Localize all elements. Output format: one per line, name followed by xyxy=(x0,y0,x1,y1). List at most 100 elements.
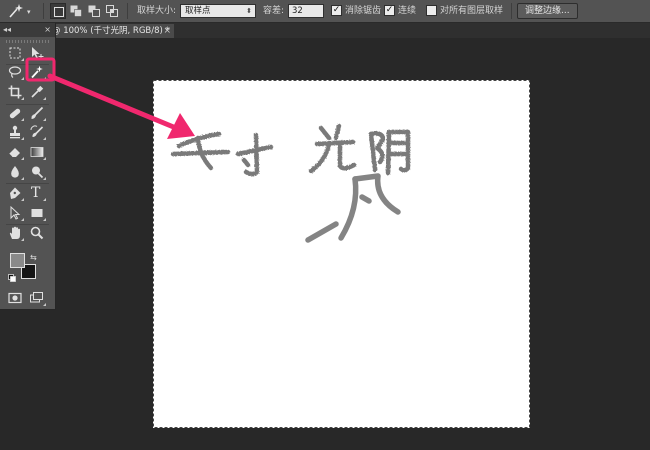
blur-tool[interactable] xyxy=(6,163,24,181)
submenu-indicator xyxy=(43,177,46,180)
screen-mode-icon xyxy=(30,292,43,303)
lasso-icon xyxy=(8,66,22,78)
rectangle-tool[interactable] xyxy=(28,204,46,222)
rectangle-shape-icon xyxy=(31,209,43,217)
contiguous-label: 连续 xyxy=(398,6,417,16)
submenu-indicator xyxy=(21,177,24,180)
path-selection-icon xyxy=(10,206,21,220)
subtract-from-selection-icon xyxy=(88,5,100,17)
screen-mode-button[interactable] xyxy=(28,289,46,307)
clone-stamp-tool[interactable] xyxy=(6,123,24,141)
document-tab[interactable]: @ 100% (千寸光阴, RGB/8) * × xyxy=(48,24,174,38)
hand-icon xyxy=(9,226,20,239)
collapse-panel-icon[interactable]: ◂◂ xyxy=(3,23,11,37)
tools-panel-header: ◂◂ × xyxy=(0,23,55,37)
quick-mask-button[interactable] xyxy=(6,289,24,307)
eraser-tool[interactable] xyxy=(6,143,24,161)
add-to-selection-button[interactable] xyxy=(68,3,84,19)
rectangular-marquee-tool[interactable] xyxy=(6,44,24,62)
submenu-indicator xyxy=(43,218,46,221)
divider xyxy=(511,3,512,19)
magic-wand-icon xyxy=(9,4,23,18)
spot-healing-brush-tool[interactable] xyxy=(6,104,24,122)
submenu-indicator xyxy=(43,97,46,100)
magic-wand-tool[interactable] xyxy=(28,63,46,81)
submenu-indicator xyxy=(21,77,24,80)
submenu-indicator xyxy=(43,157,46,160)
submenu-indicator xyxy=(43,77,46,80)
chevron-updown-icon: ⬍ xyxy=(246,7,252,15)
close-icon[interactable]: × xyxy=(163,24,171,38)
intersect-selection-icon xyxy=(106,5,118,17)
rectangular-marquee-icon xyxy=(9,47,21,59)
submenu-indicator xyxy=(21,218,24,221)
divider xyxy=(43,3,44,19)
new-selection-icon xyxy=(54,7,64,17)
tool-preset-picker[interactable]: ▾ xyxy=(4,3,36,19)
history-brush-icon xyxy=(30,125,44,137)
move-icon xyxy=(32,47,44,59)
lasso-tool[interactable] xyxy=(6,63,24,81)
anti-alias-checkbox[interactable]: ✓ xyxy=(331,5,342,16)
document-tab-bar: @ 100% (千寸光阴, RGB/8) * × xyxy=(0,23,650,38)
foreground-color-swatch[interactable] xyxy=(10,253,25,268)
dodge-tool[interactable] xyxy=(28,163,46,181)
brush-tool[interactable] xyxy=(28,104,46,122)
crop-tool[interactable] xyxy=(6,83,24,101)
new-selection-button[interactable] xyxy=(50,3,66,19)
submenu-indicator xyxy=(43,303,46,306)
tolerance-input[interactable]: 32 xyxy=(288,4,324,18)
signature-strokes xyxy=(305,173,401,243)
type-icon: T xyxy=(31,185,41,201)
contiguous-checkbox[interactable]: ✓ xyxy=(384,5,395,16)
gradient-tool[interactable] xyxy=(28,143,46,161)
anti-alias-label: 消除锯齿 xyxy=(345,6,382,16)
sample-size-value: 取样点 xyxy=(185,6,211,16)
swap-colors-icon[interactable]: ⇆ xyxy=(30,253,37,262)
zoom-icon xyxy=(30,226,44,240)
default-colors-icon[interactable] xyxy=(8,274,16,282)
eyedropper-tool[interactable] xyxy=(28,83,46,101)
crop-icon xyxy=(8,85,22,99)
history-brush-tool[interactable] xyxy=(28,123,46,141)
subtract-from-selection-button[interactable] xyxy=(86,3,102,19)
submenu-indicator xyxy=(21,97,24,100)
gradient-icon xyxy=(30,147,44,157)
brush-icon xyxy=(31,106,44,119)
type-tool[interactable]: T xyxy=(28,184,46,202)
pen-icon xyxy=(10,187,21,199)
close-icon[interactable]: × xyxy=(44,23,51,37)
submenu-indicator xyxy=(21,238,24,241)
document-tab-title: @ 100% (千寸光阴, RGB/8) * xyxy=(52,26,170,36)
path-selection-tool[interactable] xyxy=(6,204,24,222)
sample-all-layers-label: 对所有图层取样 xyxy=(440,6,504,16)
sample-size-label: 取样大小: xyxy=(137,6,177,16)
refine-edge-button[interactable]: 调整边缘... xyxy=(517,3,578,19)
zoom-tool[interactable] xyxy=(28,224,46,242)
options-bar: ▾ 取样大小: 取样点 ⬍ 容差: 32 ✓ 消除锯齿 ✓ 连续 对所有图层取样… xyxy=(0,0,650,23)
quick-mask-icon xyxy=(8,292,22,304)
tolerance-label: 容差: xyxy=(263,6,285,16)
submenu-indicator xyxy=(21,137,24,140)
chevron-down-icon: ▾ xyxy=(27,8,31,16)
add-to-selection-icon xyxy=(70,5,82,17)
blur-icon xyxy=(11,166,19,178)
submenu-indicator xyxy=(43,137,46,140)
sample-size-select[interactable]: 取样点 ⬍ xyxy=(180,4,256,18)
pen-tool[interactable] xyxy=(6,184,24,202)
eraser-icon xyxy=(8,148,20,158)
divider xyxy=(127,3,128,19)
intersect-selection-button[interactable] xyxy=(104,3,120,19)
canvas-artwork xyxy=(170,123,411,243)
sample-all-layers-checkbox[interactable] xyxy=(426,5,437,16)
submenu-indicator xyxy=(21,118,24,121)
document-canvas[interactable] xyxy=(153,80,530,428)
submenu-indicator xyxy=(21,157,24,160)
submenu-indicator xyxy=(43,198,46,201)
eyedropper-icon xyxy=(31,85,44,98)
move-tool[interactable] xyxy=(28,44,46,62)
panel-grip[interactable] xyxy=(6,40,49,43)
spot-healing-icon xyxy=(9,108,21,119)
clone-stamp-icon xyxy=(10,125,20,139)
hand-tool[interactable] xyxy=(6,224,24,242)
